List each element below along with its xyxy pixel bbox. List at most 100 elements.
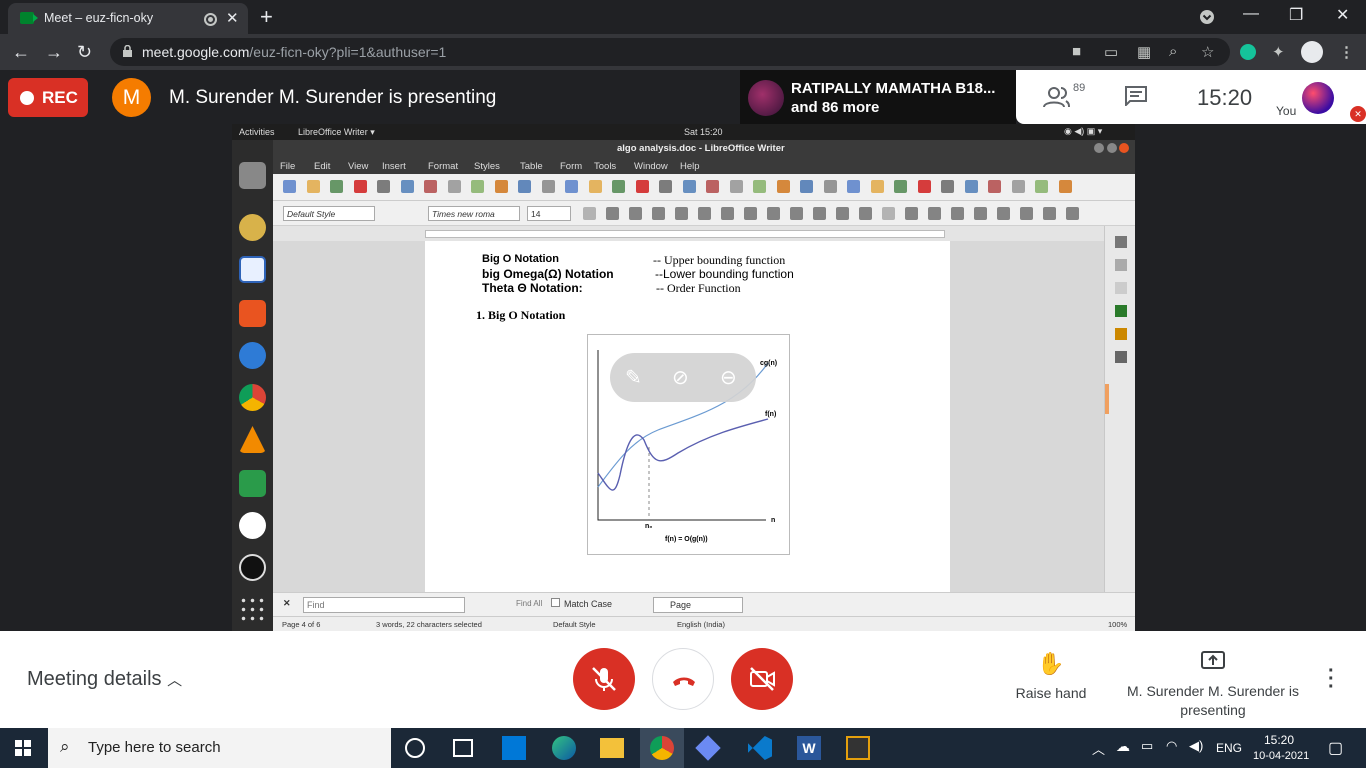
camera-off-button[interactable]	[731, 648, 793, 710]
toolbar-button-icon[interactable]	[800, 180, 813, 193]
presenting-button[interactable]: M. Surender M. Surender is presenting	[1124, 651, 1302, 720]
format-button-icon[interactable]	[1020, 207, 1033, 220]
toolbar-button-icon[interactable]	[283, 180, 296, 193]
zoom-icon[interactable]: ⌕	[1169, 43, 1177, 60]
leave-call-button[interactable]	[652, 648, 714, 710]
toolbar-button-icon[interactable]	[776, 180, 790, 193]
system-tray-icon[interactable]: ◉ ◀) ▣ ▾	[1064, 126, 1102, 137]
format-button-icon[interactable]	[836, 207, 849, 220]
match-case-checkbox[interactable]	[551, 598, 560, 607]
toolbar-button-icon[interactable]	[612, 180, 625, 193]
people-icon[interactable]	[1043, 85, 1071, 109]
toolbar-button-icon[interactable]	[306, 180, 320, 193]
word-icon[interactable]: W	[797, 736, 821, 760]
close-find-icon[interactable]: ✕	[283, 598, 291, 609]
chat-icon[interactable]	[1125, 86, 1147, 106]
chrome-menu-icon[interactable]: ⋮	[1339, 43, 1354, 61]
toolbar-button-icon[interactable]	[941, 180, 954, 193]
format-button-icon[interactable]	[905, 207, 918, 220]
format-button-icon[interactable]	[767, 207, 780, 220]
menu-item-styles[interactable]: Styles	[474, 161, 500, 172]
close-tab-icon[interactable]: ✕	[226, 9, 239, 27]
menu-item-format[interactable]: Format	[428, 161, 458, 172]
new-tab-button[interactable]: +	[260, 4, 273, 30]
files-icon[interactable]	[239, 162, 266, 189]
format-button-icon[interactable]	[698, 207, 711, 220]
document-page[interactable]: Big O Notation -- Upper bounding functio…	[425, 241, 950, 592]
drawing-icon[interactable]	[239, 512, 266, 539]
toolbar-button-icon[interactable]	[494, 180, 508, 193]
close-window-button[interactable]: ✕	[1336, 5, 1349, 25]
mute-participant-icon[interactable]: ⊘	[672, 365, 689, 390]
tab-search-icon[interactable]	[1199, 9, 1215, 25]
toolbar-button-icon[interactable]	[518, 180, 531, 193]
taskbar-search-box[interactable]: ⌕ Type here to search	[48, 728, 391, 768]
format-button-icon[interactable]	[997, 207, 1010, 220]
format-button-icon[interactable]	[652, 207, 665, 220]
toolbar-button-icon[interactable]	[823, 180, 837, 193]
qr-icon[interactable]: ▦	[1137, 43, 1151, 61]
toolbar-button-icon[interactable]	[471, 180, 484, 193]
volume-icon[interactable]: ◀)	[1189, 738, 1203, 754]
wifi-icon[interactable]: ◠	[1166, 738, 1177, 754]
rhythmbox-icon[interactable]	[239, 214, 266, 241]
cast-icon[interactable]: ▭	[1104, 43, 1118, 61]
toolbar-button-icon[interactable]	[847, 180, 860, 193]
window-buttons[interactable]	[1094, 143, 1132, 154]
toolbar-button-icon[interactable]	[565, 180, 578, 193]
sidebar-deck-icon[interactable]	[1115, 259, 1127, 271]
raise-hand-button[interactable]: ✋ Raise hand	[1012, 651, 1090, 701]
language-indicator[interactable]: ENG	[1216, 741, 1242, 755]
bookmark-star-icon[interactable]: ☆	[1201, 43, 1214, 61]
sidebar-scroll-indicator[interactable]	[1105, 384, 1109, 414]
app-grid-icon[interactable]	[239, 596, 266, 623]
store-icon[interactable]	[502, 736, 526, 760]
format-button-icon[interactable]	[882, 207, 895, 220]
menu-item-table[interactable]: Table	[520, 161, 543, 172]
software-center-icon[interactable]	[239, 300, 266, 327]
calc-icon[interactable]	[239, 470, 266, 497]
toolbar-button-icon[interactable]	[424, 180, 437, 193]
format-button-icon[interactable]	[744, 207, 757, 220]
obs-icon[interactable]	[239, 554, 266, 581]
reload-button[interactable]: ↻	[77, 42, 92, 63]
toolbar-button-icon[interactable]	[400, 180, 414, 193]
microphone-off-button[interactable]	[573, 648, 635, 710]
battery-icon[interactable]: ▭	[1141, 738, 1153, 754]
format-button-icon[interactable]	[629, 207, 642, 220]
chrome-icon[interactable]	[239, 384, 266, 411]
sidebar-deck-icon[interactable]	[1115, 305, 1127, 317]
camera-icon[interactable]: ■	[1072, 43, 1081, 60]
chrome-taskbar-item[interactable]	[640, 728, 684, 768]
toolbar-button-icon[interactable]	[588, 180, 602, 193]
toolbar-button-icon[interactable]	[729, 180, 743, 193]
toolbar-button-icon[interactable]	[917, 180, 931, 193]
toolbar-button-icon[interactable]	[353, 180, 367, 193]
sidebar-deck-icon[interactable]	[1115, 328, 1127, 340]
toolbar-button-icon[interactable]	[659, 180, 672, 193]
toolbar-button-icon[interactable]	[706, 180, 719, 193]
menu-item-view[interactable]: View	[348, 161, 368, 172]
git-icon[interactable]	[695, 735, 721, 761]
format-button-icon[interactable]	[928, 207, 941, 220]
vlc-icon[interactable]	[239, 426, 266, 453]
participant-tile[interactable]: RATIPALLY MAMATHA B18... and 86 more	[740, 70, 1016, 124]
menu-item-edit[interactable]: Edit	[314, 161, 330, 172]
restore-button[interactable]: ❐	[1289, 5, 1303, 25]
format-button-icon[interactable]	[675, 207, 688, 220]
address-bar[interactable]: meet.google.com/euz-ficn-oky?pli=1&authu…	[110, 38, 1230, 66]
menu-item-file[interactable]: File	[280, 161, 295, 172]
back-button[interactable]: ←	[12, 42, 30, 63]
font-name-combo[interactable]: Times new roma	[428, 206, 520, 221]
format-button-icon[interactable]	[583, 207, 596, 220]
toolbar-button-icon[interactable]	[870, 180, 884, 193]
format-button-icon[interactable]	[721, 207, 734, 220]
toolbar-button-icon[interactable]	[377, 180, 390, 193]
taskbar-time[interactable]: 15:20	[1264, 733, 1294, 747]
toolbar-button-icon[interactable]	[753, 180, 766, 193]
toolbar-button-icon[interactable]	[1058, 180, 1072, 193]
format-button-icon[interactable]	[859, 207, 872, 220]
activities-button[interactable]: Activities	[239, 127, 275, 137]
grammarly-icon[interactable]	[1240, 44, 1256, 60]
toolbar-button-icon[interactable]	[635, 180, 649, 193]
